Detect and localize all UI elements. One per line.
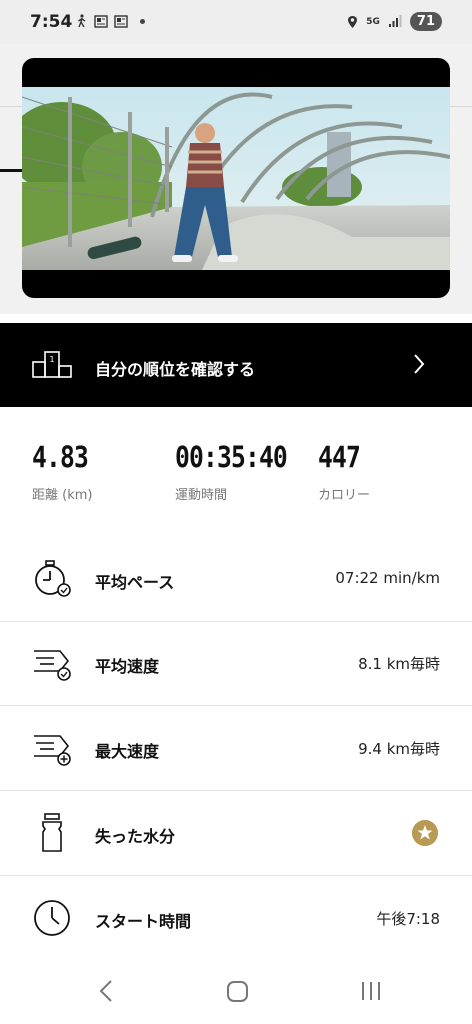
stopwatch-pace-icon — [35, 560, 71, 597]
news-icon-2 — [114, 14, 128, 28]
metric-row-fluid-loss[interactable]: 失った水分 — [0, 791, 472, 876]
tab-indicator — [0, 169, 22, 172]
metric-value: 8.1 km毎時 — [358, 655, 440, 673]
metric-value: 9.4 km毎時 — [358, 740, 440, 758]
metric-label: 失った水分 — [95, 827, 176, 846]
battery-indicator: 71 — [409, 12, 442, 31]
metric-row-avg-speed[interactable]: 平均速度 8.1 km毎時 — [0, 621, 472, 706]
duration-value: 00:35:40 — [175, 440, 288, 474]
metric-label: 最大速度 — [95, 742, 160, 761]
duration-label: 運動時間 — [175, 488, 228, 503]
signal-icon — [388, 15, 402, 27]
clock-icon — [34, 900, 70, 936]
walking-icon — [78, 14, 86, 28]
podium-icon: 1 — [32, 351, 72, 378]
metric-row-start-time[interactable]: スタート時間 午後7:18 — [0, 876, 472, 960]
calories-label: カロリー — [318, 488, 371, 503]
rank-banner[interactable]: 1 自分の順位を確認する — [0, 323, 472, 407]
news-icon — [94, 14, 108, 28]
metric-row-max-speed[interactable]: 最大速度 9.4 km毎時 — [0, 706, 472, 791]
distance-value: 4.83 — [32, 440, 89, 474]
chevron-right-icon — [414, 354, 425, 374]
speed-average-icon — [34, 650, 71, 681]
metric-label: 平均ペース — [95, 573, 175, 592]
stat-calories: 447 カロリー — [318, 440, 370, 503]
system-nav-bar — [0, 960, 472, 1024]
distance-label: 距離 (km) — [32, 488, 93, 503]
stat-duration: 00:35:40 運動時間 — [175, 440, 307, 503]
summary-stats: 4.83 距離 (km) 00:35:40 運動時間 447 カロリー — [0, 440, 472, 510]
water-bottle-icon — [42, 813, 62, 852]
stat-distance: 4.83 距離 (km) — [32, 440, 98, 503]
metric-label: 平均速度 — [95, 657, 160, 676]
location-icon — [348, 15, 358, 28]
premium-star-icon[interactable] — [412, 820, 438, 846]
speed-max-icon — [34, 735, 71, 766]
video-player[interactable] — [22, 58, 450, 298]
recent-apps-icon[interactable] — [360, 978, 382, 1004]
video-thumbnail — [22, 87, 450, 270]
home-icon[interactable] — [226, 978, 250, 1004]
status-bar: 7:54 5G 71 — [0, 0, 472, 44]
metric-value: 午後7:18 — [376, 910, 440, 928]
metric-label: スタート時間 — [95, 912, 192, 931]
rank-banner-label: 自分の順位を確認する — [95, 360, 256, 379]
network-type: 5G — [366, 16, 380, 27]
svg-text:1: 1 — [49, 355, 54, 364]
back-icon[interactable] — [98, 978, 114, 1004]
notification-dot-icon — [140, 18, 145, 24]
metric-value: 07:22 min/km — [335, 569, 440, 587]
calories-value: 447 — [318, 440, 361, 474]
status-time: 7:54 — [30, 12, 73, 32]
metric-row-avg-pace[interactable]: 平均ペース 07:22 min/km — [0, 537, 472, 622]
